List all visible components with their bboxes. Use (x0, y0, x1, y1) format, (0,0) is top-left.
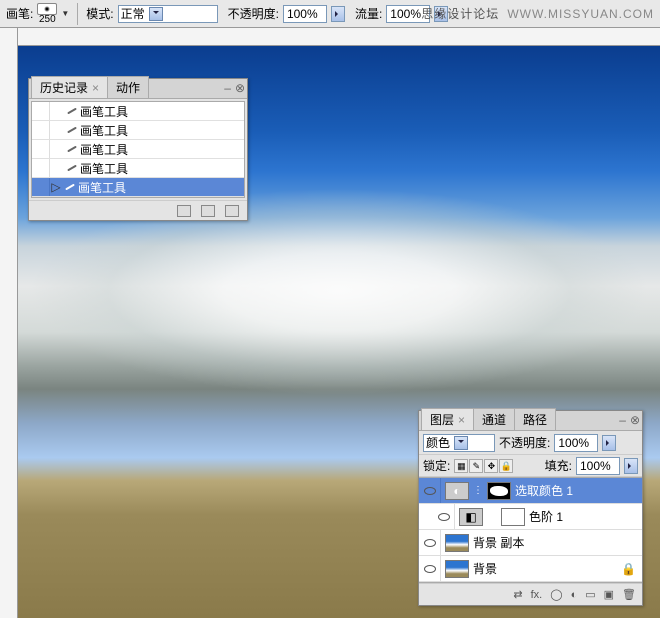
history-item-label: 画笔工具 (80, 160, 128, 177)
history-item-label: 画笔工具 (80, 103, 128, 120)
watermark: 思缘设计论坛 WWW.MISSYUAN.COM (421, 5, 654, 22)
layer-row[interactable]: ◧ 色阶 1 (419, 504, 642, 530)
layer-style-icon[interactable]: fx. (531, 589, 543, 601)
fill-label: 填充: (545, 457, 572, 474)
brush-preset-picker[interactable]: 250 (37, 3, 57, 25)
fill-input[interactable]: 100% (576, 457, 620, 475)
blend-mode-select[interactable]: 正常 (118, 5, 218, 23)
delete-layer-icon[interactable]: 🗑 (622, 588, 636, 601)
new-document-from-state-icon[interactable] (177, 205, 191, 217)
add-mask-icon[interactable]: ◯ (550, 588, 562, 601)
layer-opacity-label: 不透明度: (499, 434, 550, 451)
close-panel-icon[interactable]: ⊗ (630, 413, 640, 427)
delete-state-icon[interactable] (225, 205, 239, 217)
layer-blend-row: 颜色 不透明度: 100% (419, 431, 642, 455)
dropdown-arrow-icon (454, 436, 468, 450)
layer-blend-mode-select[interactable]: 颜色 (423, 434, 495, 452)
layer-name[interactable]: 背景 (473, 560, 497, 577)
opacity-flyout-icon[interactable] (331, 6, 345, 22)
tab-layers[interactable]: 图层× (421, 408, 474, 430)
brush-label: 画笔: (6, 5, 33, 22)
layers-panel: 图层× 通道 路径 –⊗ 颜色 不透明度: 100% 锁定: ▦✎✥🔒 填充: … (418, 410, 643, 606)
new-snapshot-icon[interactable] (201, 205, 215, 217)
opacity-flyout-icon[interactable] (602, 435, 616, 451)
brush-icon (62, 186, 78, 188)
new-layer-icon[interactable]: ▣ (604, 588, 614, 601)
layer-name[interactable]: 背景 副本 (473, 534, 524, 551)
layer-name[interactable]: 选取颜色 1 (515, 482, 573, 499)
close-tab-icon[interactable]: × (92, 81, 99, 95)
history-row[interactable]: 画笔工具 (32, 102, 244, 121)
brush-preview-icon (37, 3, 57, 15)
history-row[interactable]: ▷ 画笔工具 (32, 178, 244, 197)
brush-icon (64, 167, 80, 169)
new-group-icon[interactable]: ▭ (585, 588, 595, 601)
history-row[interactable]: 画笔工具 (32, 121, 244, 140)
link-icon: ⋮ (473, 485, 483, 496)
layer-name[interactable]: 色阶 1 (529, 508, 563, 525)
layer-thumb-icon (445, 534, 469, 552)
history-panel: 历史记录× 动作 – ⊗ 画笔工具 画笔工具 画笔工具 画笔工具 ▷ 画笔工具 (28, 78, 248, 221)
lock-position-icon[interactable]: ✥ (484, 459, 498, 473)
blend-mode-value: 正常 (121, 5, 145, 22)
opacity-input[interactable]: 100% (283, 5, 327, 23)
brush-size: 250 (39, 15, 56, 25)
layer-opacity-input[interactable]: 100% (554, 434, 598, 452)
opacity-label: 不透明度: (228, 5, 279, 22)
layer-row[interactable]: ◐ ⋮ 选取颜色 1 (419, 478, 642, 504)
tab-actions[interactable]: 动作 (107, 76, 149, 98)
horizontal-ruler (18, 28, 660, 46)
visibility-toggle-icon[interactable] (419, 556, 441, 581)
tab-paths[interactable]: 路径 (514, 408, 556, 430)
history-item-label: 画笔工具 (80, 122, 128, 139)
history-panel-tabs: 历史记录× 动作 – ⊗ (29, 79, 247, 99)
minimize-panel-icon[interactable]: – (224, 81, 231, 95)
mask-thumb-icon[interactable] (501, 508, 525, 526)
mask-thumb-icon[interactable] (487, 482, 511, 500)
dropdown-arrow-icon (149, 7, 163, 21)
history-row[interactable]: 画笔工具 (32, 159, 244, 178)
layer-lock-row: 锁定: ▦✎✥🔒 填充: 100% (419, 455, 642, 477)
lock-pixels-icon[interactable]: ✎ (469, 459, 483, 473)
adjustment-thumb-icon: ◧ (459, 508, 483, 526)
lock-label: 锁定: (423, 457, 450, 474)
lock-transparent-icon[interactable]: ▦ (454, 459, 468, 473)
lock-all-icon[interactable]: 🔒 (499, 459, 513, 473)
flow-label: 流量: (355, 5, 382, 22)
layer-row[interactable]: 背景 副本 (419, 530, 642, 556)
layer-row[interactable]: 背景 🔒 (419, 556, 642, 582)
layers-panel-tabs: 图层× 通道 路径 –⊗ (419, 411, 642, 431)
history-row[interactable]: 画笔工具 (32, 140, 244, 159)
close-panel-icon[interactable]: ⊗ (235, 81, 245, 95)
brush-icon (64, 129, 80, 131)
tab-channels[interactable]: 通道 (473, 408, 515, 430)
tab-history[interactable]: 历史记录× (31, 76, 108, 98)
options-bar: 画笔: 250 ▼ 模式: 正常 不透明度: 100% 流量: 100% 思缘设… (0, 0, 660, 28)
lock-icons: ▦✎✥🔒 (454, 458, 514, 474)
layer-thumb-icon (445, 560, 469, 578)
minimize-panel-icon[interactable]: – (619, 413, 626, 427)
current-state-icon: ▷ (50, 180, 62, 194)
visibility-toggle-icon[interactable] (433, 504, 455, 529)
layers-footer: ⇄ fx. ◯ ◐ ▭ ▣ 🗑 (419, 583, 642, 605)
brush-dropdown-icon[interactable]: ▼ (61, 9, 69, 18)
adjustment-thumb-icon: ◐ (445, 482, 469, 500)
history-list: 画笔工具 画笔工具 画笔工具 画笔工具 ▷ 画笔工具 (31, 101, 245, 198)
history-footer (29, 200, 247, 220)
new-adjustment-icon[interactable]: ◐ (571, 589, 578, 601)
brush-icon (64, 110, 80, 112)
close-tab-icon[interactable]: × (458, 413, 465, 427)
history-item-label: 画笔工具 (78, 179, 126, 196)
visibility-toggle-icon[interactable] (419, 478, 441, 503)
visibility-toggle-icon[interactable] (419, 530, 441, 555)
history-item-label: 画笔工具 (80, 141, 128, 158)
panel-controls: – ⊗ (224, 81, 245, 95)
mode-label: 模式: (86, 5, 113, 22)
fill-flyout-icon[interactable] (624, 458, 638, 474)
lock-icon: 🔒 (621, 562, 636, 576)
layer-list: ◐ ⋮ 选取颜色 1 ◧ 色阶 1 背景 副本 背景 🔒 (419, 477, 642, 583)
link-layers-icon[interactable]: ⇄ (513, 588, 522, 601)
brush-icon (64, 148, 80, 150)
vertical-ruler (0, 28, 18, 618)
